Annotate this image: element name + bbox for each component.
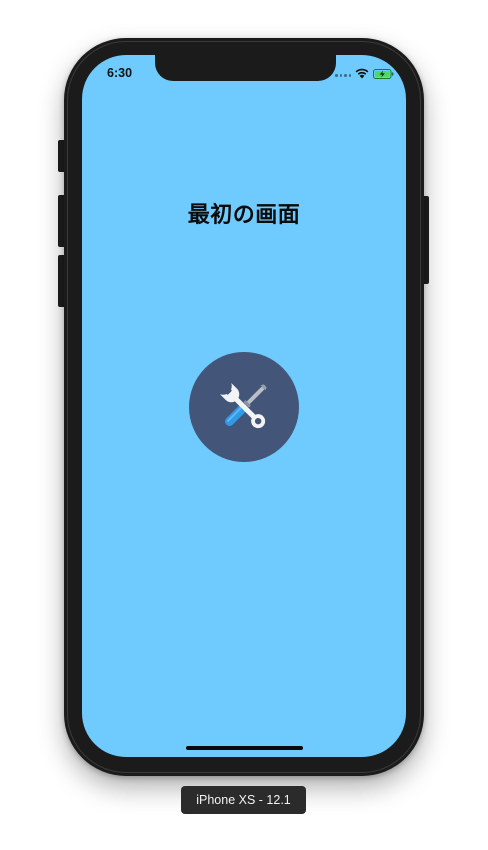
page-title: 最初の画面: [187, 203, 301, 228]
status-time: 6:30: [107, 66, 133, 80]
iphone-frame: 6:30 最初の画面: [64, 38, 424, 776]
wifi-icon: [355, 68, 369, 79]
notch: [155, 55, 336, 81]
simulator-stage: 6:30 最初の画面 iPhone XS - 12.1: [0, 0, 488, 850]
signal-dots-icon: [335, 74, 353, 77]
tools-button[interactable]: [189, 352, 299, 462]
battery-charging-icon: [373, 69, 394, 79]
app-screen: 6:30 最初の画面: [82, 55, 406, 757]
home-indicator[interactable]: [186, 746, 303, 750]
simulator-device-label: iPhone XS - 12.1: [181, 786, 306, 814]
wrench-screwdriver-icon: [219, 382, 267, 429]
